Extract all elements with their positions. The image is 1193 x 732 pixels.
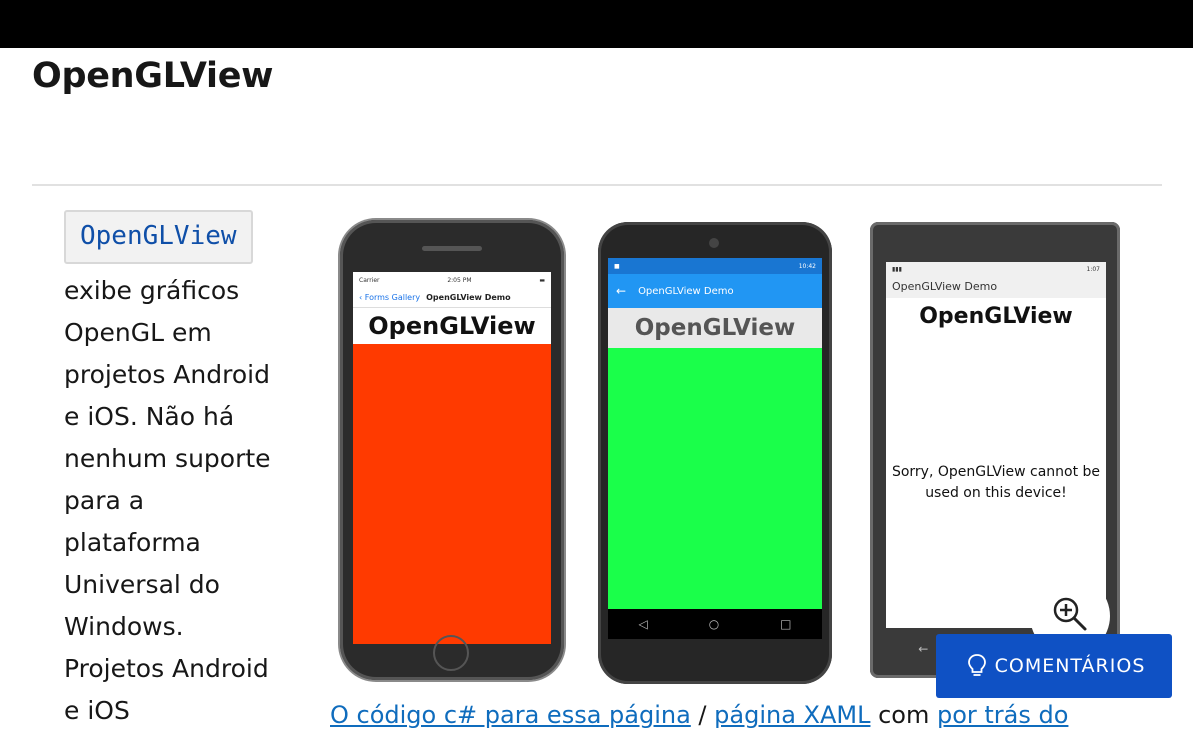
uwp-status-bar: ▮▮▮ 1:07 xyxy=(886,262,1106,276)
back-triangle-icon: ◁ xyxy=(638,617,648,631)
android-time: 10:42 xyxy=(798,262,816,270)
android-app-title: OpenGLView Demo xyxy=(638,285,734,297)
speaker-icon xyxy=(422,246,482,251)
top-bar xyxy=(0,0,1193,48)
lightbulb-icon xyxy=(967,653,987,679)
caption-middle: com xyxy=(870,701,937,729)
divider xyxy=(32,184,1162,186)
recents-square-icon: □ xyxy=(780,617,792,631)
uwp-app-title: OpenGLView Demo xyxy=(886,276,1106,298)
android-status-bar: ■ 10:42 xyxy=(608,258,822,274)
notification-icon: ■ xyxy=(614,262,620,270)
android-nav-bar: ◁ ○ □ xyxy=(608,609,822,639)
screenshot-caption: O código c# para essa página / página XA… xyxy=(330,700,1068,730)
intro-column: OpenGLView exibe gráficos OpenGL em proj… xyxy=(64,210,279,732)
uwp-heading: OpenGLView xyxy=(919,304,1073,329)
code-behind-link[interactable]: por trás do xyxy=(937,701,1068,729)
uwp-time: 1:07 xyxy=(1086,265,1100,273)
android-screenshot: ■ 10:42 ← OpenGLView Demo OpenGLView ◁ ○… xyxy=(598,222,832,684)
camera-icon xyxy=(709,238,719,248)
ios-screenshot: Carrier 2:05 PM ▬ ‹ Forms Gallery OpenGL… xyxy=(340,220,564,680)
ios-carrier: Carrier xyxy=(359,276,380,284)
ios-heading: OpenGLView xyxy=(353,308,551,344)
uwp-message: Sorry, OpenGLView cannot be used on this… xyxy=(891,464,1101,501)
code-chip: OpenGLView xyxy=(64,210,253,264)
ios-nav-title: OpenGLView Demo xyxy=(426,293,511,302)
android-heading: OpenGLView xyxy=(608,308,822,348)
home-circle-icon: ○ xyxy=(708,617,720,631)
android-app-bar: ← OpenGLView Demo xyxy=(608,274,822,308)
signal-icon: ▮▮▮ xyxy=(892,265,902,273)
uwp-screen: ▮▮▮ 1:07 OpenGLView Demo OpenGLView Sorr… xyxy=(886,262,1106,628)
back-arrow-icon: ← xyxy=(616,284,627,298)
ios-status-bar: Carrier 2:05 PM ▬ xyxy=(353,272,551,288)
csharp-code-link[interactable]: O código c# para essa página xyxy=(330,701,691,729)
page-title: OpenGLView xyxy=(32,56,274,96)
feedback-label: COMENTÁRIOS xyxy=(994,655,1146,677)
android-screen: ■ 10:42 ← OpenGLView Demo OpenGLView ◁ ○… xyxy=(608,258,822,639)
ios-screen: Carrier 2:05 PM ▬ ‹ Forms Gallery OpenGL… xyxy=(353,272,551,644)
feedback-button[interactable]: COMENTÁRIOS xyxy=(936,634,1172,698)
caption-separator: / xyxy=(690,701,715,729)
ios-time: 2:05 PM xyxy=(447,276,472,284)
xaml-page-link[interactable]: página XAML xyxy=(714,701,870,729)
intro-description: exibe gráficos OpenGL em projetos Androi… xyxy=(64,276,271,725)
ios-nav-bar: ‹ Forms Gallery OpenGLView Demo xyxy=(353,288,551,308)
ios-back-button: ‹ Forms Gallery xyxy=(359,293,421,302)
back-icon: ← xyxy=(918,642,929,656)
zoom-in-icon xyxy=(1050,594,1090,638)
home-button-icon xyxy=(433,635,469,671)
battery-icon: ▬ xyxy=(539,276,545,284)
